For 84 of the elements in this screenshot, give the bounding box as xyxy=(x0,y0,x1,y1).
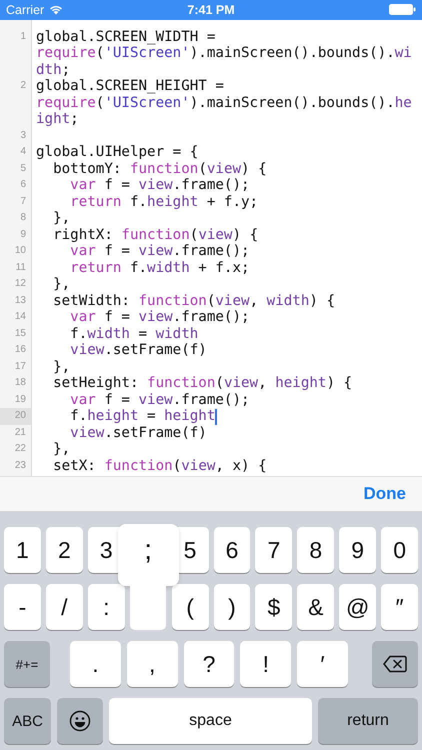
code-line: global.SCREEN_WIDTH = xyxy=(36,28,216,46)
code-line: }, xyxy=(52,358,70,376)
line-number: 12 xyxy=(14,277,27,292)
wifi-icon xyxy=(49,4,64,16)
line-number: 2 xyxy=(19,79,27,94)
carrier-label: Carrier xyxy=(6,2,44,17)
keyboard-key[interactable]: / xyxy=(46,584,83,630)
line-number: 18 xyxy=(14,376,27,390)
keyboard-key[interactable]: . xyxy=(70,641,121,687)
keyboard-key[interactable]: #+= xyxy=(4,641,50,687)
code-line: f.height = height xyxy=(69,408,216,425)
code-line: dth; xyxy=(36,62,70,78)
emoji-key[interactable] xyxy=(57,698,103,744)
code-line: view.setFrame(f) xyxy=(69,424,207,442)
line-number: 21 xyxy=(14,426,27,440)
keyboard-key[interactable]: ′ xyxy=(297,641,348,687)
line-number: 14 xyxy=(14,310,27,324)
code-line: setHeight: function(view, height) { xyxy=(52,375,352,392)
line-number: 16 xyxy=(14,343,27,358)
smiley-icon xyxy=(69,710,91,732)
line-number: 9 xyxy=(19,228,27,242)
line-number: 22 xyxy=(14,442,27,456)
code-line: var f = view.frame(); xyxy=(69,309,250,326)
battery-icon xyxy=(389,4,416,16)
keyboard-key[interactable]: : xyxy=(88,584,125,630)
code-line: view.setFrame(f) xyxy=(69,342,207,359)
line-number: 19 xyxy=(14,392,27,407)
code-line: global.UIHelper = { xyxy=(36,144,198,161)
keyboard-key[interactable]: ABC xyxy=(4,698,51,744)
keyboard-key[interactable]: 6 xyxy=(214,527,250,573)
code-line: var f = view.frame(); xyxy=(69,177,250,194)
code-line: return f.height + f.y; xyxy=(69,194,258,210)
code-line: }, xyxy=(52,441,70,458)
keyboard-key[interactable]: ) xyxy=(214,584,250,630)
keyboard-key[interactable]: return xyxy=(318,698,418,744)
line-number: 1 xyxy=(19,30,27,44)
line-number: 23 xyxy=(14,458,27,473)
keyboard-key[interactable]: ! xyxy=(240,641,292,687)
line-number: 15 xyxy=(14,326,27,341)
code-line: var f = view.frame(); xyxy=(69,243,250,260)
code-line: ight; xyxy=(36,111,79,128)
line-number: 4 xyxy=(19,145,27,160)
keyboard-key[interactable]: & xyxy=(297,584,334,630)
code-line: setX: function(view, x) { xyxy=(52,458,267,474)
code-line: require('UIScreen').mainScreen().bounds().wi xyxy=(36,45,412,62)
keyboard-key[interactable]: 9 xyxy=(339,527,376,573)
keyboard-key[interactable]: @ xyxy=(339,584,376,630)
line-number: 13 xyxy=(14,294,27,308)
keyboard-key[interactable]: $ xyxy=(255,584,292,630)
code-line: f.width = width xyxy=(69,326,198,342)
line-number: 7 xyxy=(19,194,27,209)
code-line: rightX: function(view) { xyxy=(52,226,258,244)
backspace-key[interactable] xyxy=(372,641,418,687)
line-number: 6 xyxy=(19,178,27,192)
code-line: }, xyxy=(52,210,70,227)
code-line: require('UIScreen').mainScreen().bounds().he xyxy=(36,94,412,112)
line-number: 11 xyxy=(14,260,27,275)
keyboard-key[interactable]: space xyxy=(109,698,312,744)
keyboard-key[interactable]: - xyxy=(4,584,41,630)
code-line: bottomY: function(view) { xyxy=(52,160,267,178)
line-number: 10 xyxy=(14,244,27,258)
line-number: 8 xyxy=(19,211,27,226)
line-number: 20 xyxy=(0,408,31,425)
line-number: 3 xyxy=(19,128,27,143)
code-line: setWidth: function(view, width) { xyxy=(52,292,335,310)
backspace-icon xyxy=(382,655,407,673)
keyboard-key[interactable]: 1 xyxy=(4,527,41,573)
keyboard-key[interactable]: ( xyxy=(172,584,209,630)
keyboard-key[interactable]: 8 xyxy=(297,527,334,573)
code-line: var f = view.frame(); xyxy=(69,392,250,408)
clock: 7:41 PM xyxy=(187,2,235,17)
keyboard-key[interactable]: 2 xyxy=(46,527,83,573)
text-cursor xyxy=(215,408,218,425)
done-button[interactable]: Done xyxy=(360,480,410,508)
line-number: 5 xyxy=(19,162,27,176)
line-number: 17 xyxy=(14,360,27,374)
keyboard-key[interactable]: ″ xyxy=(381,584,418,630)
keyboard-key[interactable]: ? xyxy=(184,641,234,687)
code-line: global.SCREEN_HEIGHT = xyxy=(36,78,224,95)
keyboard-key[interactable]: 7 xyxy=(255,527,292,573)
code-line: }, xyxy=(52,276,70,293)
code-line: return f.width + f.x; xyxy=(69,260,250,276)
keyboard-key[interactable]: 0 xyxy=(381,527,418,573)
keyboard-key[interactable]: , xyxy=(126,641,178,687)
